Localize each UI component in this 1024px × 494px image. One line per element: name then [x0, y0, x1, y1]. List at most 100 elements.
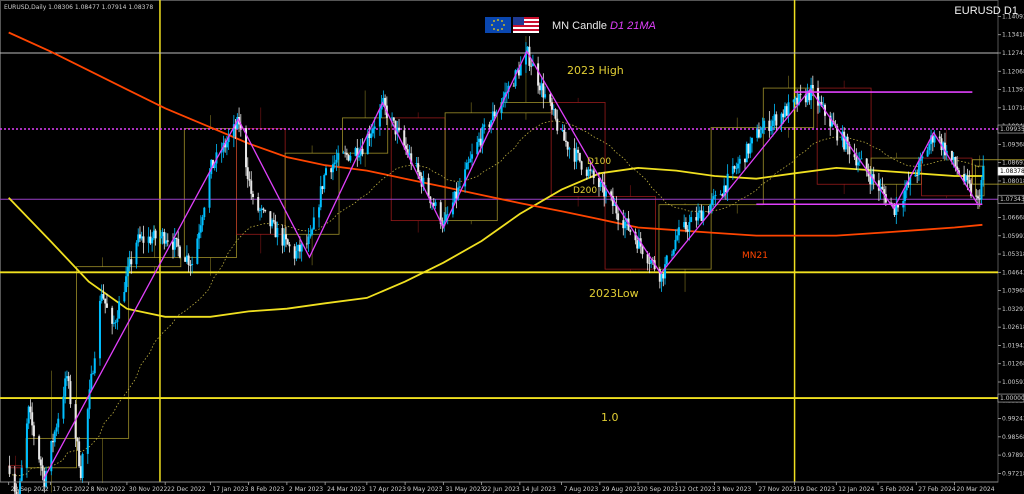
candle-body-312	[770, 126, 773, 132]
candle-body-105	[264, 209, 267, 212]
candle-body-261	[646, 254, 649, 264]
x-tick-label-10: 9 May 2023	[407, 486, 442, 493]
candle-body-392	[964, 175, 967, 182]
candle-body-188	[467, 162, 470, 163]
candle-body-11	[38, 436, 41, 460]
candle-body-317	[782, 113, 785, 118]
x-tick-label-17: 12 Oct 2023	[678, 486, 715, 493]
candle-body-103	[260, 208, 263, 211]
candle-body-321	[792, 99, 795, 103]
candle-body-289	[712, 196, 715, 200]
candle-body-347	[855, 157, 858, 166]
candle-body-380	[933, 136, 936, 143]
us-flag-icon	[513, 17, 539, 33]
candle-body-271	[670, 254, 673, 256]
y-tick-label-24: 0.98568	[1002, 434, 1024, 441]
x-tick-label-5: 17 Jan 2023	[212, 486, 248, 493]
candle-body-400	[982, 166, 985, 181]
candle-body-154	[384, 97, 387, 106]
candle-body-388	[954, 157, 957, 167]
candle-body-386	[950, 150, 953, 160]
chart-background	[0, 0, 1024, 494]
candle-body-109	[274, 221, 277, 238]
candle-body-39	[104, 298, 107, 304]
label-mn21: MN21	[742, 251, 768, 261]
candle-body-180	[446, 214, 449, 216]
candle-body-71	[184, 257, 187, 262]
candle-body-137	[344, 152, 347, 154]
candle-body-214	[530, 65, 533, 67]
candle-body-70	[178, 246, 181, 258]
y-tick-label-15: 1.04643	[1002, 269, 1024, 276]
y-tick-label-12: 1.06668	[1002, 214, 1024, 221]
candle-body-119	[298, 244, 301, 252]
candle-body-279	[688, 222, 691, 232]
y-tick-label-4: 1.12068	[1002, 68, 1024, 75]
candle-body-331	[817, 88, 820, 106]
candle-body-125	[312, 217, 315, 230]
candle-body-107	[271, 220, 274, 227]
candle-body-9	[31, 412, 34, 426]
candle-body-114	[286, 239, 289, 245]
x-tick-label-4: 22 Dec 2022	[167, 486, 206, 493]
chart-canvas[interactable]: 1.140931.134181.127431.120681.113931.107…	[0, 0, 1024, 494]
candle-body-325	[799, 93, 802, 95]
candle-body-307	[757, 129, 760, 138]
y-tick-label-14: 1.05318	[1002, 251, 1024, 258]
candle-body-74	[189, 265, 192, 266]
candle-body-280	[690, 217, 693, 223]
candle-body-36	[98, 300, 101, 359]
candle-body-54	[140, 236, 143, 239]
candle-body-350	[860, 158, 863, 160]
symbol-label: EURUSD D1	[954, 5, 1018, 17]
candle-body-149	[371, 128, 374, 134]
candle-body-284	[700, 210, 703, 222]
candle-body-166	[415, 163, 418, 165]
candle-body-22	[64, 378, 67, 397]
candle-body-123	[309, 234, 312, 237]
candle-body-19	[55, 427, 58, 432]
candle-body-50	[130, 259, 133, 265]
candle-body-168	[418, 172, 421, 176]
candle-body-135	[337, 153, 340, 160]
candle-body-110	[276, 228, 279, 238]
x-tick-label-2: 8 Nov 2022	[91, 486, 126, 493]
candle-body-78	[199, 225, 202, 233]
candle-body-311	[768, 120, 771, 132]
candle-body-298	[735, 168, 738, 170]
x-tick-label-22: 5 Feb 2024	[880, 486, 914, 493]
candle-body-134	[335, 159, 338, 163]
candle-body-108	[272, 220, 275, 222]
candle-body-112	[283, 234, 286, 246]
chart-area[interactable]: 1.140931.134181.127431.120681.113931.107…	[0, 0, 1024, 494]
candle-body-130	[325, 168, 328, 176]
candle-body-297	[733, 166, 736, 169]
x-tick-label-12: 22 Jun 2023	[484, 486, 520, 493]
candle-body-145	[361, 148, 364, 155]
candle-body-274	[676, 235, 679, 240]
candle-body-116	[293, 246, 296, 259]
candle-body-60	[154, 230, 157, 239]
candle-body-61	[159, 236, 162, 239]
candle-body-49	[128, 259, 131, 267]
x-tick-label-21: 12 Jan 2024	[838, 486, 874, 493]
candle-body-48	[126, 266, 129, 277]
candle-body-239	[591, 170, 594, 172]
candle-body-305	[750, 137, 753, 144]
candle-body-236	[585, 169, 588, 176]
candle-body-164	[408, 153, 411, 156]
candle-body-396	[975, 195, 978, 197]
candle-body-27	[76, 438, 79, 442]
candle-body-38	[102, 293, 105, 299]
candle-body-117	[295, 250, 298, 259]
candle-body-371	[914, 174, 917, 177]
candle-body-68	[175, 237, 178, 239]
candle-body-308	[759, 133, 762, 138]
candle-body-219	[542, 83, 545, 98]
y-tick-label-20: 1.01268	[1002, 361, 1024, 368]
candle-body-34	[92, 373, 95, 375]
candle-body-286	[707, 211, 710, 213]
candle-body-398	[978, 198, 981, 200]
candle-body-229	[566, 141, 569, 150]
candle-body-161	[403, 130, 406, 146]
